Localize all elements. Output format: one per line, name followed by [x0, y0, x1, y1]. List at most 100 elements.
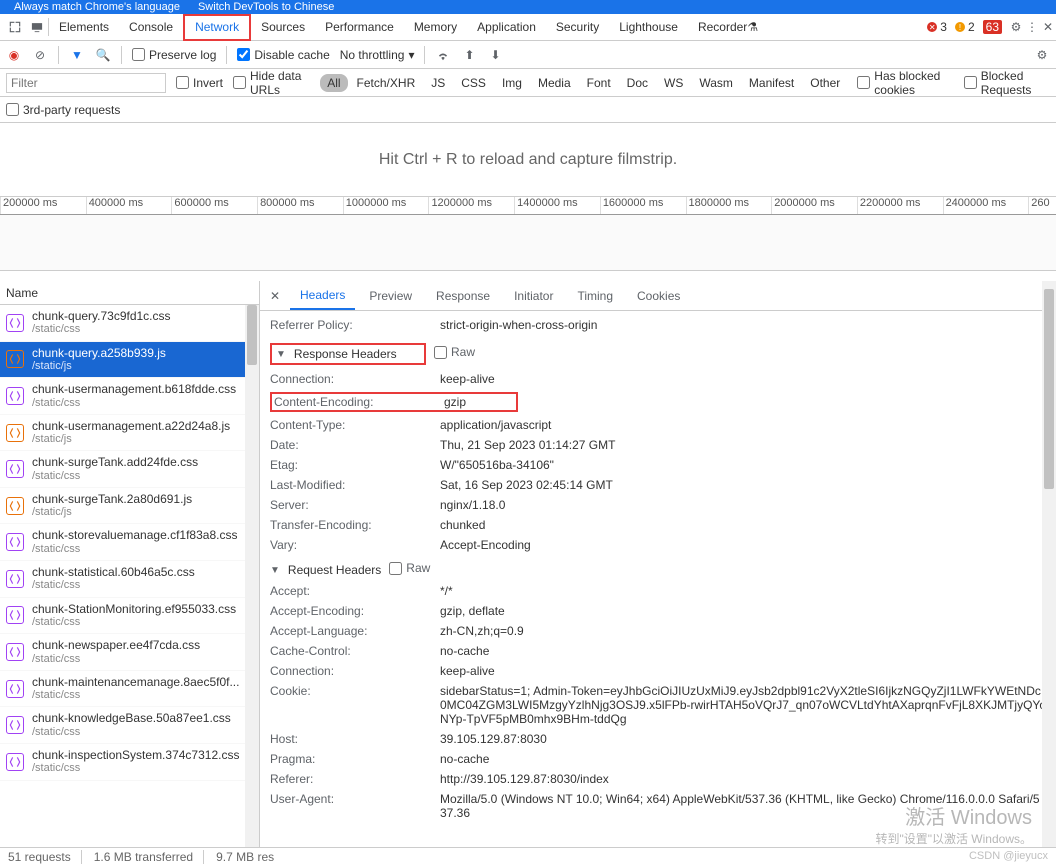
infobar-pill[interactable]: Switch DevTools to Chinese — [192, 0, 340, 14]
chip-fetch[interactable]: Fetch/XHR — [350, 74, 423, 92]
request-list-body[interactable]: chunk-query.73c9fd1c.css/static/csschunk… — [0, 305, 259, 847]
more-icon[interactable]: ⋮ — [1024, 19, 1040, 35]
tab-security[interactable]: Security — [546, 14, 609, 41]
request-path: /static/css — [32, 543, 237, 556]
tab-lighthouse[interactable]: Lighthouse — [609, 14, 688, 41]
hide-data-urls-checkbox[interactable]: Hide data URLs — [233, 69, 310, 97]
header-value: keep-alive — [440, 372, 1046, 386]
record-icon[interactable]: ◉ — [6, 47, 22, 63]
request-list-header[interactable]: Name — [0, 281, 259, 305]
request-row[interactable]: chunk-usermanagement.b618fdde.css/static… — [0, 378, 259, 415]
request-headers-section[interactable]: ▼ Request Headers — [270, 563, 381, 577]
wifi-icon[interactable] — [435, 47, 451, 63]
chip-js[interactable]: JS — [424, 74, 452, 92]
filter-icon[interactable]: ▼ — [69, 47, 85, 63]
chip-font[interactable]: Font — [580, 74, 618, 92]
close-icon[interactable]: ✕ — [1040, 19, 1056, 35]
header-key: Transfer-Encoding: — [270, 518, 440, 532]
upload-icon[interactable]: ⬆ — [461, 47, 477, 63]
raw-toggle[interactable]: Raw — [434, 345, 475, 359]
device-icon[interactable] — [26, 20, 48, 34]
tick: 600000 ms — [171, 197, 257, 214]
request-row[interactable]: chunk-surgeTank.2a80d691.js/static/js — [0, 488, 259, 525]
request-path: /static/css — [32, 762, 239, 775]
request-row[interactable]: chunk-maintenancemanage.8aec5f0f.../stat… — [0, 671, 259, 708]
settings-icon[interactable]: ⚙ — [1034, 47, 1050, 63]
tick: 800000 ms — [257, 197, 343, 214]
throttling-select[interactable]: No throttling ▾ — [340, 48, 415, 62]
request-path: /static/js — [32, 360, 166, 373]
chip-css[interactable]: CSS — [454, 74, 493, 92]
separator — [121, 46, 122, 64]
preserve-log-checkbox[interactable]: Preserve log — [132, 48, 216, 62]
chip-manifest[interactable]: Manifest — [742, 74, 801, 92]
search-icon[interactable]: 🔍 — [95, 47, 111, 63]
request-row[interactable]: chunk-usermanagement.a22d24a8.js/static/… — [0, 415, 259, 452]
flask-icon: ⚗ — [747, 20, 758, 34]
detail-tab-timing[interactable]: Timing — [567, 283, 623, 309]
timeline-ruler[interactable]: 200000 ms 400000 ms 600000 ms 800000 ms … — [0, 197, 1056, 215]
has-blocked-cookies-checkbox[interactable]: Has blocked cookies — [857, 69, 953, 97]
request-row[interactable]: chunk-StationMonitoring.ef955033.css/sta… — [0, 598, 259, 635]
gear-icon[interactable]: ⚙ — [1008, 19, 1024, 35]
request-row[interactable]: chunk-statistical.60b46a5c.css/static/cs… — [0, 561, 259, 598]
detail-tab-preview[interactable]: Preview — [359, 283, 422, 309]
js-file-icon — [6, 497, 24, 515]
tab-recorder[interactable]: Recorder ⚗ — [688, 14, 768, 41]
invert-checkbox[interactable]: Invert — [176, 76, 223, 90]
css-file-icon — [6, 606, 24, 624]
chip-other[interactable]: Other — [803, 74, 847, 92]
warning-count: 2 — [968, 20, 975, 34]
request-name: chunk-storevaluemanage.cf1f83a8.css — [32, 528, 237, 542]
tab-elements[interactable]: Elements — [49, 14, 119, 41]
request-row[interactable]: chunk-surgeTank.add24fde.css/static/css — [0, 451, 259, 488]
chip-img[interactable]: Img — [495, 74, 529, 92]
clear-icon[interactable]: ⊘ — [32, 47, 48, 63]
filter-input[interactable] — [6, 73, 166, 93]
blocked-requests-checkbox[interactable]: Blocked Requests — [964, 69, 1050, 97]
disable-cache-checkbox[interactable]: Disable cache — [237, 48, 329, 62]
infobar-pill[interactable]: Always match Chrome's language — [8, 0, 186, 14]
css-file-icon — [6, 716, 24, 734]
response-headers-section[interactable]: ▼ Response Headers — [270, 343, 426, 365]
third-party-checkbox[interactable]: 3rd-party requests — [6, 103, 120, 117]
detail-tab-headers[interactable]: Headers — [290, 282, 355, 310]
detail-tab-initiator[interactable]: Initiator — [504, 283, 563, 309]
timeline-overview[interactable] — [0, 215, 1056, 271]
detail-tab-cookies[interactable]: Cookies — [627, 283, 690, 309]
scrollbar[interactable] — [245, 305, 259, 847]
request-row[interactable]: chunk-knowledgeBase.50a87ee1.css/static/… — [0, 707, 259, 744]
tab-performance[interactable]: Performance — [315, 14, 404, 41]
issue-badges[interactable]: ✕3 !2 63 — [927, 20, 1008, 34]
inspect-icon[interactable] — [4, 20, 26, 34]
request-row[interactable]: chunk-storevaluemanage.cf1f83a8.css/stat… — [0, 524, 259, 561]
close-detail-icon[interactable]: ✕ — [264, 289, 286, 303]
request-row[interactable]: chunk-newspaper.ee4f7cda.css/static/css — [0, 634, 259, 671]
chip-all[interactable]: All — [320, 74, 347, 92]
tab-console[interactable]: Console — [119, 14, 183, 41]
detail-tab-response[interactable]: Response — [426, 283, 500, 309]
request-row[interactable]: chunk-query.73c9fd1c.css/static/css — [0, 305, 259, 342]
chip-media[interactable]: Media — [531, 74, 578, 92]
header-row: Server:nginx/1.18.0 — [270, 495, 1046, 515]
header-row: Cache-Control:no-cache — [270, 641, 1046, 661]
chip-doc[interactable]: Doc — [620, 74, 655, 92]
tab-sources[interactable]: Sources — [251, 14, 315, 41]
request-row[interactable]: chunk-inspectionSystem.374c7312.css/stat… — [0, 744, 259, 781]
chip-wasm[interactable]: Wasm — [692, 74, 740, 92]
tab-network[interactable]: Network — [183, 14, 251, 41]
tab-application[interactable]: Application — [467, 14, 546, 41]
css-file-icon — [6, 314, 24, 332]
tab-memory[interactable]: Memory — [404, 14, 467, 41]
request-row[interactable]: chunk-query.a258b939.js/static/js — [0, 342, 259, 379]
separator — [424, 46, 425, 64]
separator — [226, 46, 227, 64]
detail-body[interactable]: Referrer Policy: strict-origin-when-cros… — [260, 311, 1056, 847]
header-key: Connection: — [270, 664, 440, 678]
chip-ws[interactable]: WS — [657, 74, 690, 92]
request-name: chunk-surgeTank.add24fde.css — [32, 455, 198, 469]
download-icon[interactable]: ⬇ — [487, 47, 503, 63]
raw-toggle[interactable]: Raw — [389, 561, 430, 575]
scrollbar[interactable] — [1042, 281, 1056, 847]
request-path: /static/js — [32, 433, 230, 446]
